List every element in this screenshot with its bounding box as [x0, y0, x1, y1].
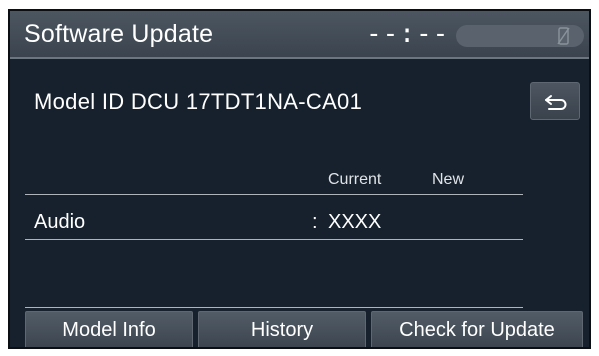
column-header-new: New: [432, 171, 465, 188]
model-info-button[interactable]: Model Info: [25, 311, 193, 347]
status-indicator: [456, 25, 584, 47]
history-button[interactable]: History: [198, 311, 366, 347]
row-current-version: XXXX: [328, 211, 382, 233]
content-area: Model ID DCU 17TDT1NA-CA01 Current New A…: [10, 59, 589, 347]
column-header-current: Current: [328, 171, 382, 188]
back-button[interactable]: [530, 82, 580, 120]
row-label-audio: Audio: [34, 211, 86, 233]
divider: [25, 194, 523, 195]
screen-title: Software Update: [24, 20, 214, 48]
back-arrow-icon: [545, 95, 567, 110]
phone-disabled-icon: [557, 27, 570, 45]
row-separator: :: [312, 211, 318, 233]
check-for-update-button[interactable]: Check for Update: [371, 311, 583, 347]
software-update-screen: Software Update --:-- Model ID DCU 17TDT…: [8, 9, 591, 349]
divider: [25, 239, 523, 240]
divider: [25, 307, 523, 308]
bottom-button-bar: Model Info History Check for Update: [25, 311, 585, 347]
model-id-text: Model ID DCU 17TDT1NA-CA01: [34, 89, 363, 114]
title-bar: Software Update --:--: [10, 11, 589, 59]
clock-display: --:--: [366, 19, 450, 49]
